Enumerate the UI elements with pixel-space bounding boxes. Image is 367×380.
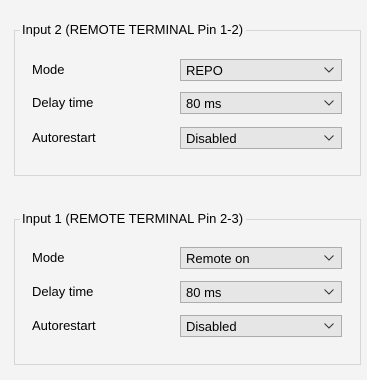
chevron-down-icon (324, 255, 334, 261)
chevron-down-icon (324, 135, 334, 141)
chevron-down-icon (324, 289, 334, 295)
chevron-down-icon (324, 323, 334, 329)
input-2-mode-select[interactable]: REPO (180, 59, 342, 81)
input-2-mode-label: Mode (32, 62, 65, 77)
input-2-delay-value: 80 ms (186, 96, 222, 111)
chevron-down-icon (324, 100, 334, 106)
input-1-mode-select[interactable]: Remote on (180, 247, 342, 269)
input-1-mode-value: Remote on (186, 251, 250, 266)
input-1-delay-value: 80 ms (186, 285, 222, 300)
input-2-autorestart-label: Autorestart (32, 130, 96, 145)
input-2-delay-select[interactable]: 80 ms (180, 92, 342, 114)
input-1-delay-label: Delay time (32, 284, 94, 299)
input-1-mode-label: Mode (32, 250, 65, 265)
input-1-autorestart-label: Autorestart (32, 318, 96, 333)
input-2-autorestart-value: Disabled (186, 131, 237, 146)
input-2-delay-label: Delay time (32, 95, 94, 110)
input-1-delay-select[interactable]: 80 ms (180, 281, 342, 303)
input-1-autorestart-select[interactable]: Disabled (180, 315, 342, 337)
chevron-down-icon (324, 67, 334, 73)
input-2-autorestart-select[interactable]: Disabled (180, 127, 342, 149)
input-1-autorestart-value: Disabled (186, 319, 237, 334)
input-2-mode-value: REPO (186, 63, 223, 78)
input-2-group-title: Input 2 (REMOTE TERMINAL Pin 1-2) (20, 22, 247, 38)
input-1-group-title: Input 1 (REMOTE TERMINAL Pin 2-3) (20, 211, 247, 227)
